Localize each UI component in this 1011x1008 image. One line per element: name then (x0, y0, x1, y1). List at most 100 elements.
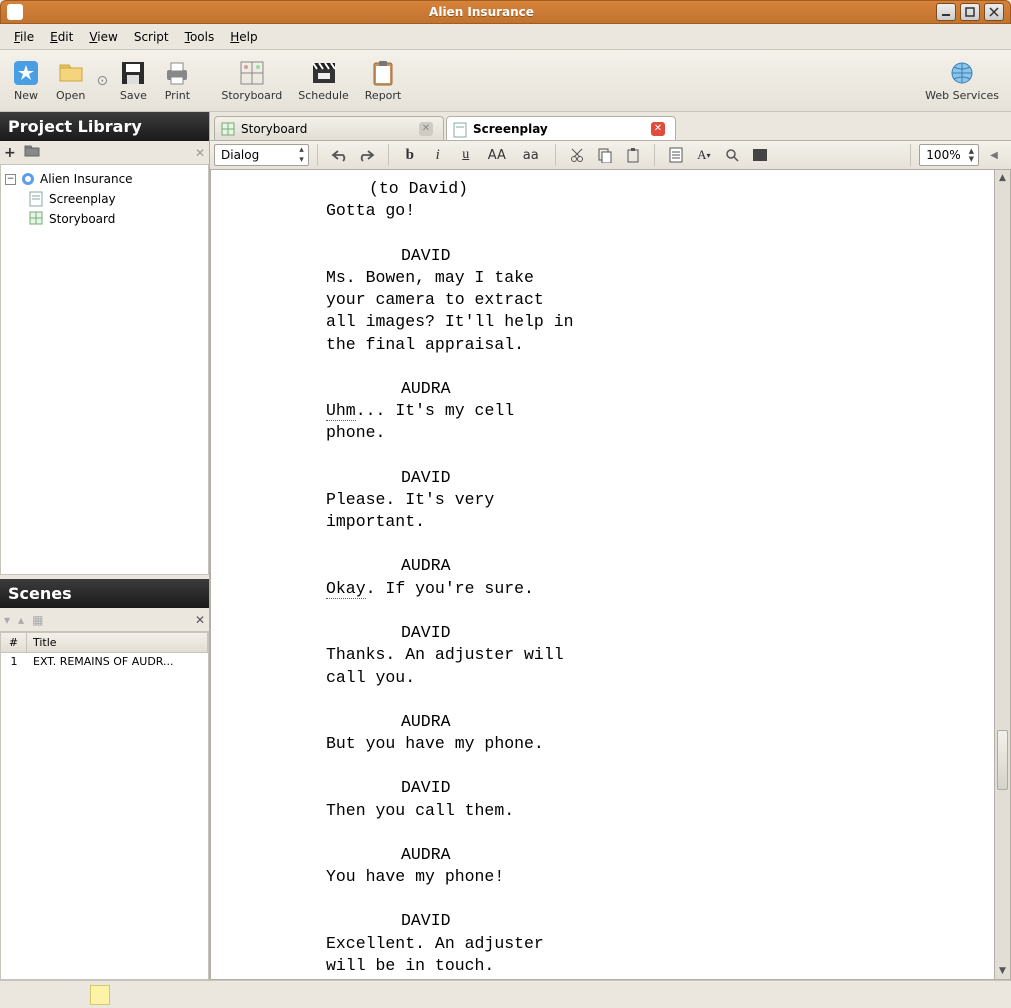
redo-button[interactable] (354, 143, 380, 167)
style-dropdown[interactable]: Dialog ▴▾ (214, 144, 309, 166)
tab-screenplay-label: Screenplay (473, 122, 548, 136)
editor-toolbar: Dialog ▴▾ b i u AA aa A▾ 100% ▲▼ (210, 140, 1011, 170)
notes-icon[interactable] (90, 985, 110, 1005)
main-toolbar: New Open ⊙ Save Print Storyboard Schedul… (0, 50, 1011, 112)
fullscreen-button[interactable] (747, 143, 773, 167)
menu-view[interactable]: View (81, 27, 125, 47)
page-icon (453, 122, 467, 136)
close-button[interactable] (984, 3, 1004, 21)
cut-button[interactable] (564, 143, 590, 167)
bold-button[interactable]: b (397, 143, 423, 167)
close-scenes-button[interactable]: ✕ (195, 613, 205, 627)
character-line: DAVID (211, 777, 994, 799)
menu-help[interactable]: Help (222, 27, 265, 47)
underline-button[interactable]: u (453, 143, 479, 167)
close-panel-button[interactable]: ✕ (195, 146, 205, 160)
scene-edit-button[interactable]: ▦ (32, 613, 43, 627)
scroll-up-icon[interactable]: ▲ (995, 170, 1010, 186)
character-line: DAVID (211, 910, 994, 932)
web-services-button[interactable]: Web Services (917, 57, 1007, 104)
spellcheck-word: Okay (326, 579, 366, 599)
dialog-line: will be in touch. (211, 955, 731, 977)
scene-down-button[interactable]: ▾ (4, 613, 10, 627)
copy-button[interactable] (592, 143, 618, 167)
zoom-value: 100% (926, 148, 960, 162)
status-bar (0, 980, 1011, 1008)
screenplay-editor[interactable]: (to David) Gotta go! DAVID Ms. Bowen, ma… (210, 170, 995, 980)
project-library-toolbar: + ✕ (0, 141, 209, 165)
dialog-line: Ms. Bowen, may I take (211, 267, 731, 289)
collapse-icon[interactable]: − (5, 174, 16, 185)
globe-icon (948, 59, 976, 87)
page-view-button[interactable] (663, 143, 689, 167)
lowercase-button[interactable]: aa (515, 143, 547, 167)
menu-edit[interactable]: Edit (42, 27, 81, 47)
printer-icon (163, 59, 191, 87)
dialog-line: all images? It'll help in (211, 311, 731, 333)
character-line: AUDRA (211, 711, 994, 733)
find-button[interactable] (719, 143, 745, 167)
tree-root-label: Alien Insurance (40, 172, 133, 186)
close-tab-icon[interactable]: ✕ (419, 122, 433, 136)
project-icon (20, 171, 36, 187)
schedule-button[interactable]: Schedule (290, 57, 357, 104)
star-icon (12, 59, 40, 87)
report-label: Report (365, 89, 401, 102)
maximize-button[interactable] (960, 3, 980, 21)
scroll-thumb[interactable] (997, 730, 1008, 790)
uppercase-button[interactable]: AA (481, 143, 513, 167)
dialog-line: your camera to extract (211, 289, 731, 311)
chevron-updown-icon: ▴▾ (299, 145, 304, 165)
close-tab-icon[interactable]: ✕ (651, 122, 665, 136)
scenes-col-num[interactable]: # (1, 633, 27, 652)
scenes-col-title[interactable]: Title (27, 633, 208, 652)
scroll-down-icon[interactable]: ▼ (995, 963, 1010, 979)
menu-file[interactable]: File (6, 27, 42, 47)
tab-storyboard[interactable]: Storyboard ✕ (214, 116, 444, 140)
tree-node-root[interactable]: − Alien Insurance (5, 169, 204, 189)
zoom-spinner[interactable]: ▲▼ (969, 148, 974, 163)
tree-screenplay-label: Screenplay (49, 192, 116, 206)
toolbar-overflow-icon[interactable]: ⊙ (93, 73, 111, 89)
menu-tools[interactable]: Tools (177, 27, 223, 47)
scenes-table[interactable]: # Title 1 EXT. REMAINS OF AUDR... (0, 632, 209, 980)
add-project-button[interactable]: + (4, 145, 16, 161)
italic-button[interactable]: i (425, 143, 451, 167)
character-line: DAVID (211, 622, 994, 644)
print-button[interactable]: Print (155, 57, 199, 104)
open-label: Open (56, 89, 85, 102)
board-icon (221, 122, 235, 136)
open-button[interactable]: Open (48, 57, 93, 104)
undo-button[interactable] (326, 143, 352, 167)
vertical-scrollbar[interactable]: ▲ ▼ (995, 170, 1011, 980)
storyboard-button[interactable]: Storyboard (213, 57, 290, 104)
web-services-label: Web Services (925, 89, 999, 102)
report-button[interactable]: Report (357, 57, 409, 104)
dialog-line: call you. (211, 667, 731, 689)
project-tree[interactable]: − Alien Insurance Screenplay Storyboard (0, 165, 209, 575)
scene-up-button[interactable]: ▴ (18, 613, 24, 627)
menu-script[interactable]: Script (126, 27, 177, 47)
dialog-line: Please. It's very (211, 489, 731, 511)
dialog-line: Gotta go! (211, 200, 731, 222)
tree-node-screenplay[interactable]: Screenplay (5, 189, 204, 209)
zoom-control[interactable]: 100% ▲▼ (919, 144, 979, 166)
save-button[interactable]: Save (111, 57, 155, 104)
font-size-button[interactable]: A▾ (691, 143, 717, 167)
scene-row[interactable]: 1 EXT. REMAINS OF AUDR... (1, 653, 208, 670)
dialog-line: Uhm... It's my cell (211, 400, 731, 422)
grid-icon (238, 59, 266, 87)
dialog-line: Then you call them. (211, 800, 731, 822)
floppy-icon (119, 59, 147, 87)
paste-button[interactable] (620, 143, 646, 167)
minimize-button[interactable] (936, 3, 956, 21)
app-icon (7, 4, 23, 20)
tree-node-storyboard[interactable]: Storyboard (5, 209, 204, 229)
tab-screenplay[interactable]: Screenplay ✕ (446, 116, 676, 140)
dialog-line: important. (211, 511, 731, 533)
scroll-left-icon[interactable]: ◀ (981, 143, 1007, 167)
scenes-header: Scenes (0, 579, 209, 608)
new-button[interactable]: New (4, 57, 48, 104)
tree-storyboard-label: Storyboard (49, 212, 115, 226)
folder-button[interactable] (24, 144, 40, 161)
